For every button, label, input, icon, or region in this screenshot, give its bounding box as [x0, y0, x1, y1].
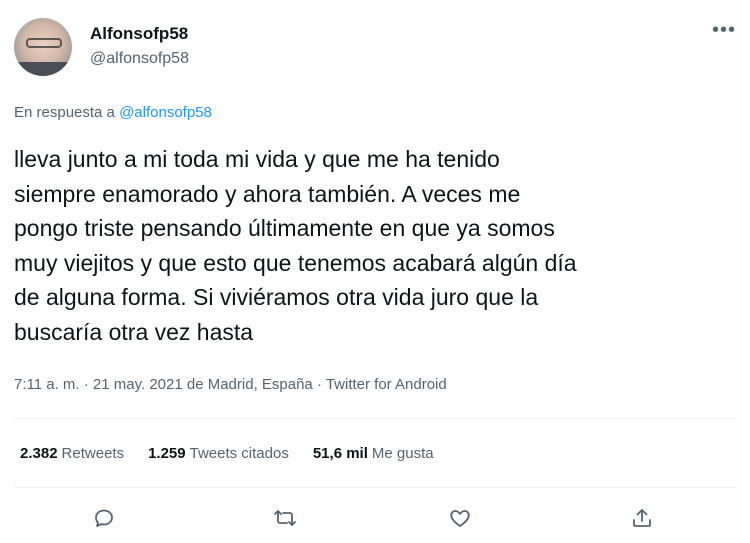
- reply-icon: [95, 509, 113, 527]
- reply-button[interactable]: [88, 502, 120, 534]
- retweets-count: 2.382: [20, 445, 58, 462]
- reply-mention-link[interactable]: @alfonsofp58: [119, 104, 212, 121]
- retweets-label: Retweets: [61, 445, 125, 462]
- action-bar: [0, 500, 750, 536]
- likes-stat[interactable]: 51,6 mil Me gusta: [313, 445, 434, 462]
- avatar[interactable]: [14, 18, 72, 76]
- tweet-stats: 2.382 Retweets 1.259 Tweets citados 51,6 m…: [20, 445, 434, 462]
- divider: [14, 418, 736, 419]
- reply-prefix: En respuesta a: [14, 104, 120, 121]
- tweet-text: lleva junto a mi toda mi vida y que me h…: [14, 146, 577, 345]
- quotes-label: Tweets citados: [189, 445, 289, 462]
- author-handle[interactable]: @alfonsofp58: [90, 50, 189, 68]
- likes-label: Me gusta: [371, 445, 434, 462]
- retweets-stat[interactable]: 2.382 Retweets: [20, 445, 124, 462]
- tweet-timestamp[interactable]: 7:11 a. m. · 21 may. 2021 de Madrid, Esp…: [14, 376, 447, 393]
- retweet-icon: [274, 510, 296, 526]
- quotes-stat[interactable]: 1.259 Tweets citados: [148, 445, 289, 462]
- avatar-glasses: [26, 38, 62, 48]
- author-display-name[interactable]: Alfonsofp58: [90, 24, 188, 44]
- more-options-button[interactable]: •••: [712, 20, 736, 40]
- share-button[interactable]: [626, 502, 658, 534]
- tweet-card: Alfonsofp58 @alfonsofp58 ••• En respuest…: [0, 0, 750, 543]
- quotes-count: 1.259: [148, 445, 186, 462]
- like-icon: [450, 510, 470, 527]
- avatar-shirt: [14, 62, 72, 76]
- reply-context: En respuesta a @alfonsofp58: [14, 104, 212, 121]
- share-icon: [633, 509, 651, 527]
- retweet-button[interactable]: [269, 502, 301, 534]
- like-button[interactable]: [444, 502, 476, 534]
- likes-count: 51,6 mil: [312, 445, 368, 462]
- divider: [14, 487, 736, 488]
